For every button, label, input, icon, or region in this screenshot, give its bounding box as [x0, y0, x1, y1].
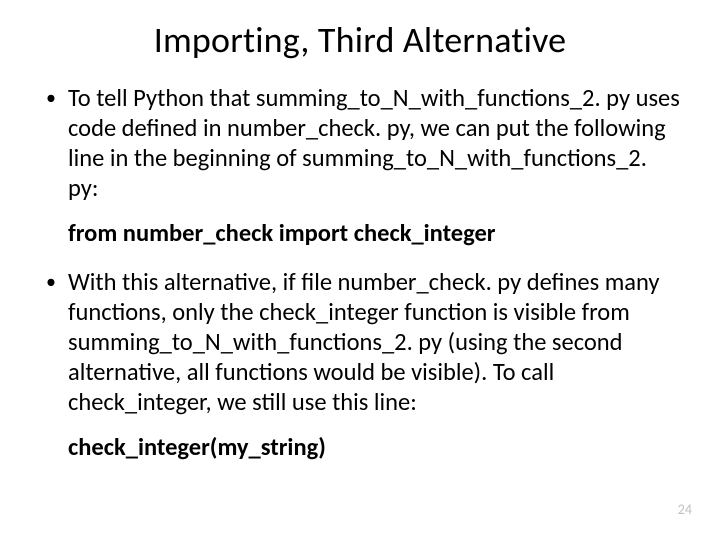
bullet-list: To tell Python that summing_to_N_with_fu…: [40, 84, 680, 204]
code-call-line: check_integer(my_string): [68, 432, 680, 463]
bullet-item: With this alternative, if file number_ch…: [40, 268, 680, 417]
slide-title: Importing, Third Alternative: [40, 18, 680, 62]
page-number: 24: [678, 501, 692, 518]
bullet-item: To tell Python that summing_to_N_with_fu…: [40, 84, 680, 204]
code-import-line: from number_check import check_integer: [68, 218, 680, 249]
bullet-list: With this alternative, if file number_ch…: [40, 268, 680, 417]
slide: Importing, Third Alternative To tell Pyt…: [0, 0, 720, 540]
